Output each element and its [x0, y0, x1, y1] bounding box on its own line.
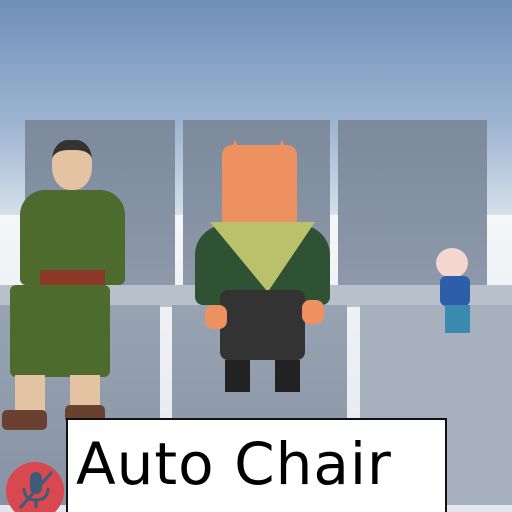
chair-seat-right — [345, 285, 512, 307]
caption-text: Auto Chair — [76, 430, 392, 498]
caption-box: Auto Chair — [66, 418, 447, 512]
mic-muted-icon — [18, 471, 54, 509]
mute-mic-button[interactable] — [6, 462, 64, 512]
